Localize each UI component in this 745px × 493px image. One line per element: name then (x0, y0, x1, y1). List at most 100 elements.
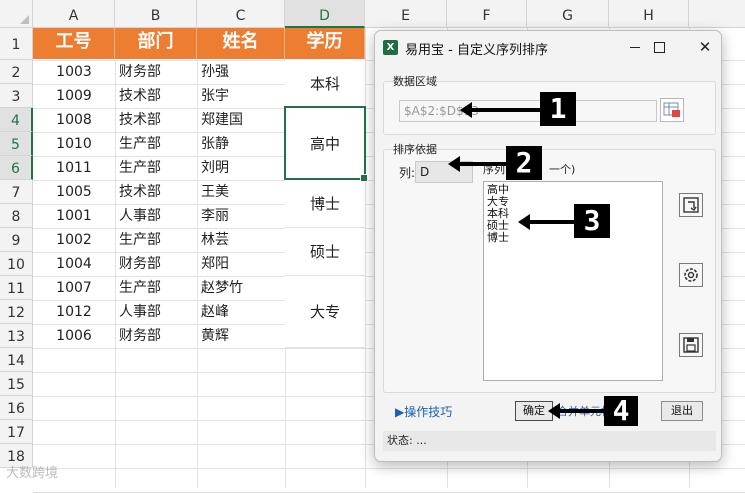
sort-basis-label: 排序依据 (393, 143, 437, 156)
header-cell-id[interactable]: 工号 (33, 28, 115, 60)
sequence-item[interactable]: 博士 (487, 232, 659, 244)
cell-id[interactable]: 1007 (33, 276, 115, 300)
row-header-17[interactable]: 17 (0, 420, 33, 444)
range-picker-button[interactable] (660, 98, 684, 122)
cell-name[interactable]: 郑建国 (197, 108, 285, 132)
cell-id[interactable]: 1012 (33, 300, 115, 324)
cell-id[interactable]: 1001 (33, 204, 115, 228)
maximize-icon (653, 42, 665, 53)
column-header-d[interactable]: D (285, 0, 365, 28)
cell-dept[interactable]: 财务部 (115, 60, 197, 84)
column-header-g[interactable]: G (527, 0, 609, 28)
cell-dept[interactable]: 生产部 (115, 228, 197, 252)
row-header-15[interactable]: 15 (0, 372, 33, 396)
row-header-13[interactable]: 13 (0, 324, 33, 348)
grid-line-vertical (365, 28, 366, 488)
annotation-arrow-2 (448, 156, 508, 172)
cell-id[interactable]: 1002 (33, 228, 115, 252)
cell-id[interactable]: 1008 (33, 108, 115, 132)
import-sequence-button[interactable] (679, 193, 703, 217)
column-header-i[interactable] (689, 0, 745, 28)
column-header-f[interactable]: F (447, 0, 527, 28)
cell-name[interactable]: 孙强 (197, 60, 285, 84)
cell-dept[interactable]: 技术部 (115, 84, 197, 108)
settings-button[interactable] (679, 263, 703, 287)
cell-id[interactable]: 1009 (33, 84, 115, 108)
status-bar: 状态: ... (383, 431, 716, 451)
exit-button[interactable]: 退出 (661, 401, 703, 421)
dialog-title: 易用宝 - 自定义序列排序 (405, 43, 548, 58)
row-header-11[interactable]: 11 (0, 276, 33, 300)
minimize-icon (630, 47, 640, 48)
cell-id[interactable]: 1006 (33, 324, 115, 348)
cell-dept[interactable]: 生产部 (115, 132, 197, 156)
cell-name[interactable]: 王美 (197, 180, 285, 204)
cell-name[interactable]: 黄辉 (197, 324, 285, 348)
cell-dept[interactable]: 人事部 (115, 204, 197, 228)
header-cell-dept[interactable]: 部门 (115, 28, 197, 60)
merged-cell-d9[interactable]: 硕士 (285, 228, 365, 276)
cell-id[interactable]: 1011 (33, 156, 115, 180)
row-header-1[interactable]: 1 (0, 28, 33, 60)
merged-cell-d7[interactable]: 博士 (285, 180, 365, 228)
cell-name[interactable]: 赵梦竹 (197, 276, 285, 300)
annotation-badge-3: 3 (574, 204, 610, 238)
cell-name[interactable]: 张宇 (197, 84, 285, 108)
header-cell-education[interactable]: 学历 (285, 28, 365, 60)
header-cell-name[interactable]: 姓名 (197, 28, 285, 60)
sequence-listbox[interactable]: 高中 大专 本科 硕士 博士 (483, 181, 663, 381)
row-header-10[interactable]: 10 (0, 252, 33, 276)
row-header-12[interactable]: 12 (0, 300, 33, 324)
cell-dept[interactable]: 人事部 (115, 300, 197, 324)
cell-name[interactable]: 李丽 (197, 204, 285, 228)
annotation-badge-1: 1 (540, 92, 576, 126)
sequence-item[interactable]: 高中 (487, 184, 659, 196)
cell-dept[interactable]: 技术部 (115, 180, 197, 204)
column-header-a[interactable]: A (33, 0, 115, 28)
row-header-14[interactable]: 14 (0, 348, 33, 372)
merged-cell-d2[interactable]: 本科 (285, 60, 365, 108)
row-header-5[interactable]: 5 (0, 132, 33, 156)
row-header-6[interactable]: 6 (0, 156, 33, 180)
save-icon (683, 337, 699, 353)
cell-id[interactable]: 1004 (33, 252, 115, 276)
row-header-4[interactable]: 4 (0, 108, 33, 132)
row-header-3[interactable]: 3 (0, 84, 33, 108)
cell-name[interactable]: 刘明 (197, 156, 285, 180)
select-all-corner[interactable] (0, 0, 33, 28)
row-header-7[interactable]: 7 (0, 180, 33, 204)
cell-dept[interactable]: 财务部 (115, 252, 197, 276)
cell-name[interactable]: 林芸 (197, 228, 285, 252)
column-header-e[interactable]: E (365, 0, 447, 28)
annotation-badge-4: 4 (604, 396, 638, 426)
cell-name[interactable]: 张静 (197, 132, 285, 156)
cell-dept[interactable]: 生产部 (115, 276, 197, 300)
annotation-arrow-1 (460, 102, 540, 118)
sequence-item[interactable]: 本科 (487, 208, 659, 220)
column-header-h[interactable]: H (609, 0, 689, 28)
cell-id[interactable]: 1005 (33, 180, 115, 204)
row-header-8[interactable]: 8 (0, 204, 33, 228)
tips-link[interactable]: ▶操作技巧 (395, 403, 452, 420)
column-header-c[interactable]: C (197, 0, 285, 28)
row-header-2[interactable]: 2 (0, 60, 33, 84)
maximize-button[interactable] (643, 35, 675, 59)
cell-dept[interactable]: 技术部 (115, 108, 197, 132)
cell-id[interactable]: 1003 (33, 60, 115, 84)
cell-dept[interactable]: 财务部 (115, 324, 197, 348)
sequence-item[interactable]: 大专 (487, 196, 659, 208)
column-header-b[interactable]: B (115, 0, 197, 28)
row-header-9[interactable]: 9 (0, 228, 33, 252)
sequence-label-tail: 一个) (549, 163, 576, 176)
row-header-16[interactable]: 16 (0, 396, 33, 420)
close-button[interactable]: ✕ (689, 35, 721, 59)
annotation-arrow-3 (518, 214, 574, 230)
merged-cell-d11[interactable]: 大专 (285, 276, 365, 348)
save-sequence-button[interactable] (679, 333, 703, 357)
cell-dept[interactable]: 生产部 (115, 156, 197, 180)
dialog-titlebar[interactable]: X 易用宝 - 自定义序列排序 ✕ (375, 31, 721, 63)
cell-id[interactable]: 1010 (33, 132, 115, 156)
merged-cell-d4[interactable]: 高中 (285, 108, 365, 180)
cell-name[interactable]: 郑阳 (197, 252, 285, 276)
cell-name[interactable]: 赵峰 (197, 300, 285, 324)
